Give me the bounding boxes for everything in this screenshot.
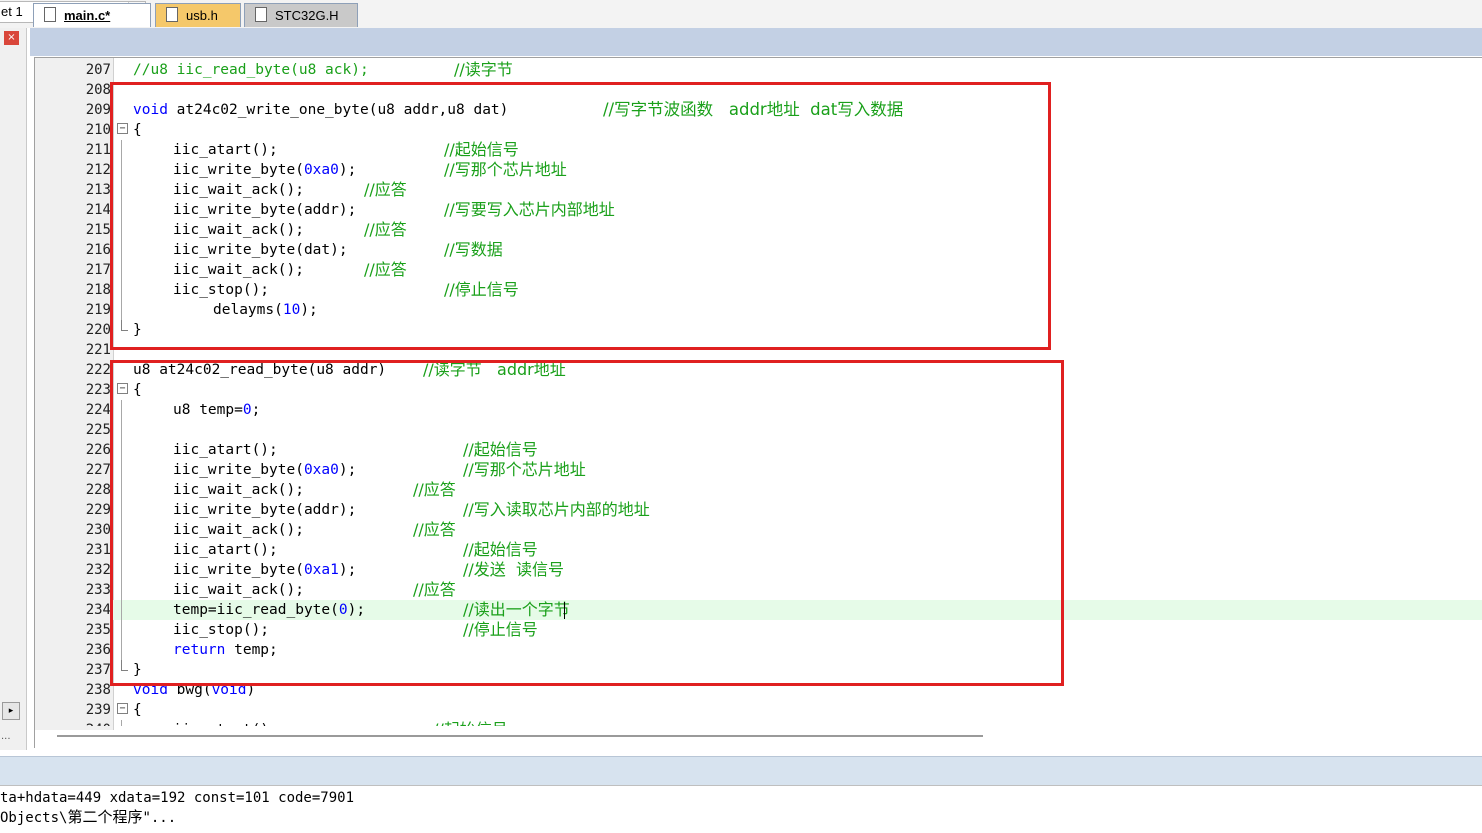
line-number: 236 — [85, 642, 111, 658]
output-text: Objects\ — [0, 810, 68, 826]
line-number: 221 — [85, 342, 111, 358]
line-number: 230 — [85, 522, 111, 538]
line-number: 211 — [85, 142, 111, 158]
line-number: 229 — [85, 502, 111, 518]
line-number: 239 — [85, 702, 111, 718]
line-number: 217 — [85, 262, 111, 278]
panel-ellipsis: ... — [1, 731, 11, 742]
tab-label: usb.h — [186, 8, 218, 23]
code-text: //u8 iic_read_byte(u8 ack); — [133, 62, 369, 78]
line-number: 240 — [35, 720, 111, 726]
line-number: 219 — [85, 302, 111, 318]
scroll-right-button[interactable]: ▸ — [2, 702, 20, 720]
tab-main-c[interactable]: main.c* — [33, 3, 151, 27]
code-text: iic_atart(); — [173, 720, 278, 726]
line-number: 234 — [35, 600, 111, 620]
line-number: 214 — [85, 202, 111, 218]
build-output-line: ta+hdata=449 xdata=192 const=101 code=79… — [0, 790, 355, 806]
line-number: 224 — [85, 402, 111, 418]
code-line[interactable]: 207 //u8 iic_read_byte(u8 ack); //读字节 — [35, 60, 1482, 80]
line-number: 225 — [85, 422, 111, 438]
code-comment: //起始信号 — [433, 720, 508, 726]
project-panel: × ▸ ... — [0, 28, 27, 750]
line-number: 212 — [85, 162, 111, 178]
code-text: { — [133, 702, 142, 718]
line-number: 222 — [85, 362, 111, 378]
tab-label: main.c* — [64, 8, 111, 23]
code-comment: //读字节 — [454, 60, 513, 79]
line-number: 237 — [85, 662, 111, 678]
line-number: 210 — [85, 122, 111, 138]
code-line[interactable]: 239−{ — [35, 700, 1482, 720]
code-line[interactable]: 240 iic_atart(); //起始信号 — [35, 720, 1482, 726]
line-number: 231 — [85, 542, 111, 558]
line-number: 223 — [85, 382, 111, 398]
line-number: 209 — [85, 102, 111, 118]
editor-tab-strip — [30, 28, 1482, 56]
output-text: 第二个程序 — [67, 808, 143, 826]
build-output-line: Objects\第二个程序"... — [0, 807, 176, 828]
tab-label: STC32G.H — [275, 8, 339, 23]
file-icon — [166, 7, 178, 22]
line-number: 220 — [85, 322, 111, 338]
file-icon — [255, 7, 267, 22]
annotation-box-read-function — [110, 360, 1064, 686]
horizontal-scrollbar[interactable] — [57, 735, 983, 737]
line-number: 228 — [85, 482, 111, 498]
line-number: 233 — [85, 582, 111, 598]
line-number: 213 — [85, 182, 111, 198]
line-number: 227 — [85, 462, 111, 478]
line-number: 218 — [85, 282, 111, 298]
fold-guide — [121, 720, 122, 726]
tab-usb-h[interactable]: usb.h — [155, 3, 241, 27]
fold-collapse-icon[interactable]: − — [117, 703, 128, 714]
close-icon[interactable]: × — [4, 31, 19, 45]
line-number: 238 — [85, 682, 111, 698]
line-number: 208 — [85, 82, 111, 98]
tab-stc32g-h[interactable]: STC32G.H — [244, 3, 358, 27]
line-number: 216 — [85, 242, 111, 258]
build-output-panel: ta+hdata=449 xdata=192 const=101 code=79… — [0, 785, 1482, 833]
line-number: 226 — [85, 442, 111, 458]
panel-splitter[interactable] — [0, 756, 1482, 785]
target-select-value: et 1 — [1, 4, 23, 19]
line-number: 235 — [85, 622, 111, 638]
line-number: 215 — [85, 222, 111, 238]
line-number: 232 — [85, 562, 111, 578]
line-number: 207 — [85, 62, 111, 78]
output-text: "... — [142, 810, 177, 826]
annotation-box-write-function — [110, 82, 1051, 350]
file-icon — [44, 7, 56, 22]
